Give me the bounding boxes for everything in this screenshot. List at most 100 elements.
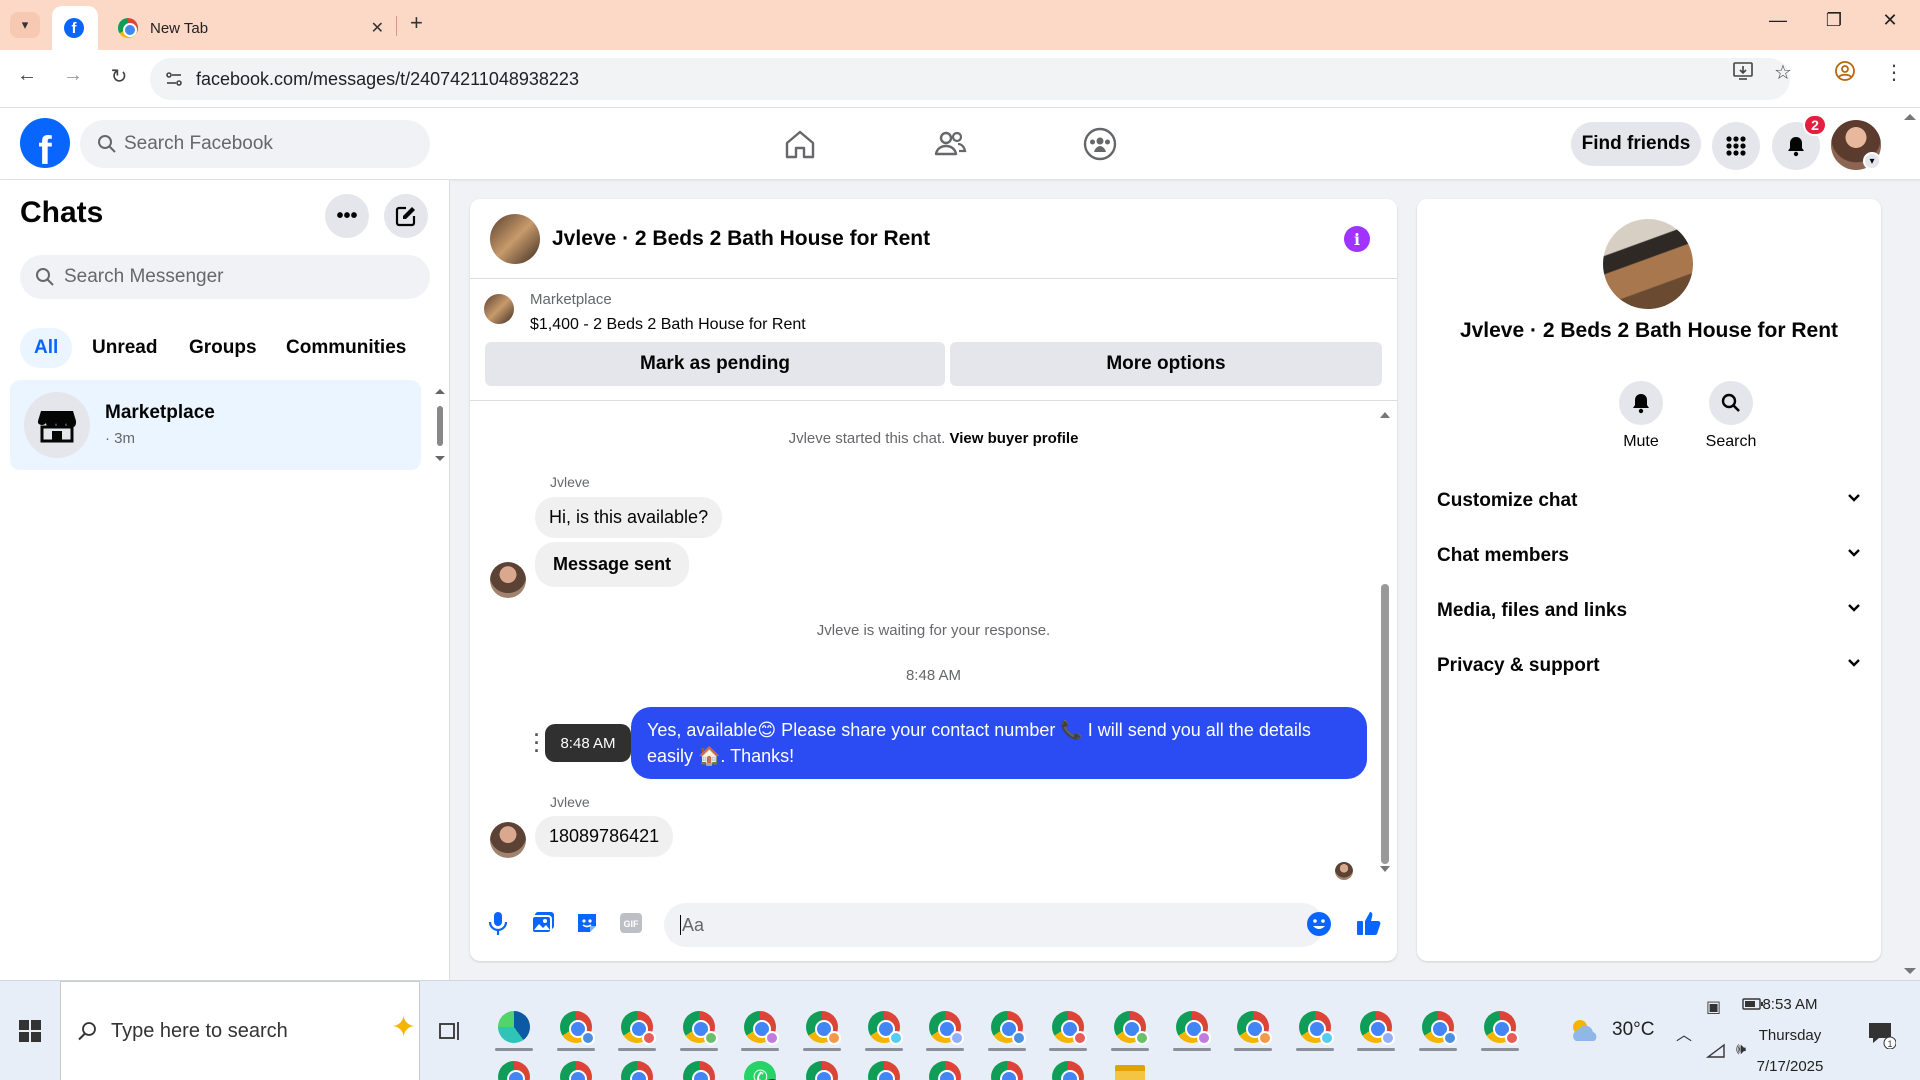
chrome-taskbar-icon[interactable] <box>487 1055 541 1080</box>
sticker-icon[interactable] <box>574 910 600 941</box>
system-clock[interactable]: 8:53 AM Thursday 7/17/2025 <box>1740 989 1840 1080</box>
friends-icon[interactable] <box>932 126 972 166</box>
thumbs-up-icon[interactable] <box>1355 909 1383 942</box>
avatar[interactable] <box>490 214 540 264</box>
chrome-taskbar-icon[interactable] <box>980 1055 1034 1080</box>
listing-title[interactable]: $1,400 - 2 Beds 2 Bath House for Rent <box>530 316 806 334</box>
filter-tab-all[interactable]: All <box>20 328 73 368</box>
media-files-links-row[interactable]: Media, files and links <box>1437 591 1863 631</box>
install-app-icon[interactable] <box>1732 60 1754 88</box>
incoming-message[interactable]: Hi, is this available? <box>535 497 723 538</box>
messenger-search-input[interactable]: Search Messenger <box>20 255 430 299</box>
windows-start-icon[interactable] <box>18 1019 42 1048</box>
tab-search-button[interactable]: ▾ <box>10 12 40 38</box>
chat-list-item[interactable]: Marketplace · 3m <box>10 380 421 470</box>
minimize-button[interactable]: — <box>1758 10 1798 31</box>
reload-button[interactable]: ↻ <box>104 64 134 89</box>
incoming-message[interactable]: 18089786421 <box>535 816 674 857</box>
chrome-taskbar-icon[interactable] <box>1041 1005 1095 1051</box>
chrome-taskbar-icon[interactable] <box>857 1055 911 1080</box>
chrome-taskbar-icon[interactable] <box>672 1005 726 1051</box>
chrome-taskbar-icon[interactable] <box>918 1005 972 1051</box>
chrome-taskbar-icon[interactable] <box>610 1055 664 1080</box>
back-button[interactable]: ← <box>12 64 42 87</box>
forward-button[interactable]: → <box>58 64 88 87</box>
filter-tab-communities[interactable]: Communities <box>272 328 420 368</box>
mark-as-pending-button[interactable]: Mark as pending <box>485 342 945 386</box>
chevron-up-icon[interactable]: ︿ <box>1676 1021 1692 1045</box>
chrome-taskbar-icon[interactable] <box>1165 1005 1219 1051</box>
edge-taskbar-icon[interactable] <box>487 1005 541 1051</box>
chrome-taskbar-icon[interactable] <box>1473 1005 1527 1051</box>
filter-tab-unread[interactable]: Unread <box>78 328 171 368</box>
avatar[interactable] <box>490 562 526 598</box>
chrome-taskbar-icon[interactable] <box>1103 1005 1157 1051</box>
device-icon[interactable]: ▣ <box>1706 997 1721 1017</box>
avatar[interactable] <box>1603 219 1693 309</box>
filter-tab-groups[interactable]: Groups <box>175 328 271 368</box>
photo-icon[interactable] <box>530 910 556 941</box>
new-tab-button[interactable]: + <box>410 10 423 36</box>
view-buyer-profile-link[interactable]: View buyer profile <box>949 430 1078 447</box>
more-options-icon[interactable]: ••• <box>325 194 369 238</box>
url-field[interactable]: facebook.com/messages/t/2407421104893822… <box>150 58 1790 100</box>
groups-icon[interactable] <box>1082 126 1122 166</box>
chat-members-row[interactable]: Chat members <box>1437 536 1863 576</box>
close-window-button[interactable]: ✕ <box>1870 10 1910 31</box>
facebook-logo[interactable]: f <box>20 118 70 168</box>
compose-message-icon[interactable] <box>384 194 428 238</box>
privacy-support-row[interactable]: Privacy & support <box>1437 646 1863 686</box>
chrome-taskbar-icon[interactable] <box>1349 1005 1403 1051</box>
emoji-icon[interactable] <box>1306 911 1332 942</box>
mute-button[interactable]: Mute <box>1601 381 1681 451</box>
taskbar-search-input[interactable]: Type here to search ✦ <box>60 981 420 1080</box>
notification-center-icon[interactable]: 1 <box>1866 1019 1897 1054</box>
chrome-taskbar-icon[interactable] <box>1411 1005 1465 1051</box>
chrome-taskbar-icon[interactable] <box>549 1005 603 1051</box>
chrome-taskbar-icon[interactable] <box>857 1005 911 1051</box>
more-options-button[interactable]: More options <box>950 342 1382 386</box>
chrome-taskbar-icon[interactable] <box>795 1055 849 1080</box>
weather-widget[interactable]: 30°C <box>1568 1017 1654 1043</box>
search-in-chat-button[interactable]: Search <box>1691 381 1771 451</box>
message-actions-icon[interactable]: · · · <box>534 726 540 760</box>
file-explorer-taskbar-icon[interactable] <box>1103 1055 1157 1080</box>
chrome-taskbar-icon[interactable] <box>672 1055 726 1080</box>
close-icon[interactable]: ✕ <box>371 18 384 38</box>
bookmark-star-icon[interactable]: ☆ <box>1774 60 1792 85</box>
chevron-down-icon[interactable]: ▾ <box>1863 152 1881 170</box>
tab-facebook[interactable]: f <box>52 6 98 50</box>
chrome-taskbar-icon[interactable] <box>610 1005 664 1051</box>
whatsapp-taskbar-icon[interactable]: ✆2 <box>733 1055 787 1080</box>
chrome-taskbar-icon[interactable] <box>549 1055 603 1080</box>
info-icon[interactable]: i <box>1344 226 1370 252</box>
restore-button[interactable]: ❐ <box>1814 10 1854 31</box>
chrome-taskbar-icon[interactable] <box>1226 1005 1280 1051</box>
listing-thumbnail[interactable] <box>484 294 514 324</box>
chrome-taskbar-icon[interactable] <box>1041 1055 1095 1080</box>
conversation-title[interactable]: Jvleve · 2 Beds 2 Bath House for Rent <box>552 227 930 251</box>
microphone-icon[interactable] <box>486 910 510 941</box>
chrome-taskbar-icon[interactable] <box>733 1005 787 1051</box>
avatar[interactable] <box>490 822 526 858</box>
message-input[interactable]: Aa <box>664 903 1324 947</box>
chrome-taskbar-icon[interactable] <box>980 1005 1034 1051</box>
find-friends-button[interactable]: Find friends <box>1571 122 1701 166</box>
conversation-scrollbar[interactable] <box>1378 408 1392 876</box>
site-info-icon[interactable] <box>164 69 184 94</box>
browser-menu-icon[interactable]: ⋮ <box>1884 60 1904 85</box>
task-view-icon[interactable] <box>438 1019 462 1048</box>
chrome-taskbar-icon[interactable] <box>1288 1005 1342 1051</box>
gif-icon[interactable]: GIF <box>618 910 644 941</box>
customize-chat-row[interactable]: Customize chat <box>1437 481 1863 521</box>
page-scrollbar[interactable] <box>1900 110 1920 978</box>
sidebar-scrollbar[interactable] <box>434 386 446 466</box>
chrome-taskbar-icon[interactable] <box>918 1055 972 1080</box>
tab-new-tab[interactable]: New Tab ✕ <box>104 6 394 50</box>
wifi-icon[interactable] <box>1705 1043 1726 1064</box>
chrome-taskbar-icon[interactable] <box>795 1005 849 1051</box>
incoming-message[interactable]: Message sent <box>535 542 690 587</box>
home-icon[interactable] <box>782 126 822 166</box>
profile-icon[interactable] <box>1834 60 1856 88</box>
facebook-search-input[interactable]: Search Facebook <box>80 120 430 168</box>
